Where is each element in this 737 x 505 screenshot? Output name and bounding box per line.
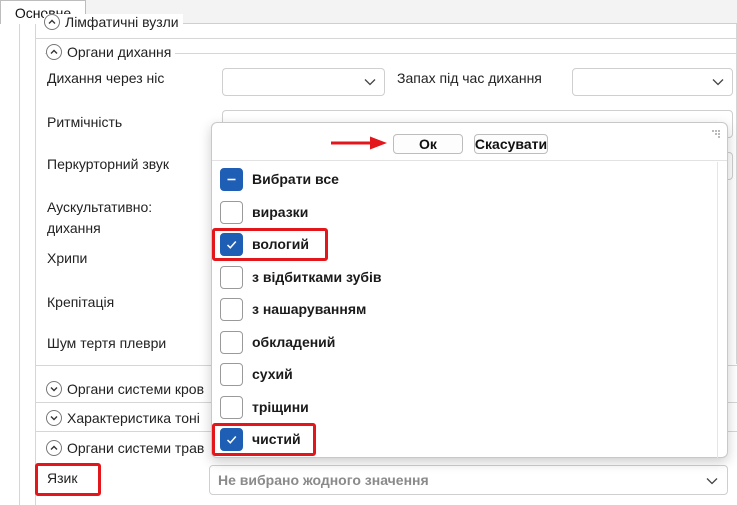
crepitation-label: Крепітація bbox=[47, 294, 115, 310]
inner-panel-border bbox=[35, 24, 36, 505]
checkbox[interactable] bbox=[220, 265, 243, 289]
options-list: Вибрати все виразки вологий з відбитками… bbox=[212, 162, 717, 458]
group-lymph-label: Лімфатичні вузли bbox=[65, 14, 179, 30]
tongue-combo[interactable]: Не вибрано жодного значення bbox=[209, 465, 728, 495]
group-digestive-system[interactable]: Органи системи трав bbox=[46, 440, 209, 456]
tongue-combo-placeholder: Не вибрано жодного значення bbox=[218, 472, 429, 488]
checkbox[interactable] bbox=[220, 297, 243, 321]
nasal-breathing-combo[interactable] bbox=[222, 68, 385, 96]
checkbox[interactable] bbox=[220, 200, 243, 224]
option-item[interactable]: тріщини bbox=[220, 394, 309, 420]
outer-panel-border bbox=[19, 24, 20, 505]
resize-grip-icon[interactable] bbox=[711, 129, 721, 139]
option-select-all[interactable]: Вибрати все bbox=[220, 166, 339, 192]
popup-scrollbar[interactable] bbox=[717, 162, 727, 458]
wheezing-label: Хрипи bbox=[47, 250, 88, 266]
percussion-label: Перкурторний звук bbox=[47, 156, 170, 172]
group-tonic-characteristic[interactable]: Характеристика тоні bbox=[46, 410, 204, 426]
highlight-option-wet bbox=[212, 228, 328, 261]
checkbox[interactable] bbox=[220, 362, 243, 386]
option-item[interactable]: обкладений bbox=[220, 329, 335, 355]
group-blood-system[interactable]: Органи системи кров bbox=[46, 381, 209, 397]
highlight-option-clean bbox=[212, 423, 316, 456]
group-respiratory[interactable]: Органи дихання bbox=[46, 44, 176, 60]
group-separator bbox=[35, 38, 737, 39]
auscultation-label-line1: Аускультативно: bbox=[47, 199, 153, 215]
option-label: тріщини bbox=[252, 399, 309, 415]
nasal-breathing-label: Дихання через ніс bbox=[47, 70, 165, 86]
chevron-down-icon bbox=[712, 79, 724, 86]
option-item[interactable]: з відбитками зубів bbox=[220, 264, 382, 290]
option-label: виразки bbox=[252, 204, 309, 220]
option-item[interactable]: з нашаруванням bbox=[220, 296, 366, 322]
group-blood-label: Органи системи кров bbox=[67, 381, 205, 397]
breath-smell-combo[interactable] bbox=[572, 68, 733, 96]
cancel-button[interactable]: Скасувати bbox=[474, 134, 548, 154]
checkbox[interactable] bbox=[220, 330, 243, 354]
option-label: з нашаруванням bbox=[252, 301, 367, 317]
cancel-button-label: Скасувати bbox=[474, 136, 548, 152]
option-label: Вибрати все bbox=[252, 171, 339, 187]
group-tonic-label: Характеристика тоні bbox=[67, 410, 200, 426]
group-digestive-label: Органи системи трав bbox=[67, 440, 205, 456]
auscultation-label-line2: дихання bbox=[47, 220, 101, 236]
expand-icon bbox=[46, 381, 62, 397]
option-item[interactable]: виразки bbox=[220, 199, 308, 225]
chevron-down-icon bbox=[364, 79, 376, 86]
multiselect-popup: Ок Скасувати Вибрати все виразки вологий… bbox=[211, 122, 728, 458]
option-label: з відбитками зубів bbox=[252, 269, 382, 285]
checkbox-partial[interactable] bbox=[220, 167, 243, 191]
pleural-rub-label: Шум тертя плеври bbox=[47, 335, 167, 351]
chevron-down-icon bbox=[706, 478, 718, 485]
collapse-icon bbox=[44, 14, 60, 30]
expand-icon bbox=[46, 410, 62, 426]
option-label: сухий bbox=[252, 366, 293, 382]
group-lymph-nodes[interactable]: Лімфатичні вузли bbox=[44, 14, 183, 30]
checkbox[interactable] bbox=[220, 395, 243, 419]
popup-toolbar: Ок Скасувати bbox=[212, 123, 727, 161]
ok-button-label: Ок bbox=[419, 136, 437, 152]
auscultation-label: Аускультативно: дихання bbox=[47, 197, 152, 239]
arrow-right-icon bbox=[331, 136, 387, 150]
ok-button[interactable]: Ок bbox=[393, 134, 463, 154]
breath-smell-label: Запах під час дихання bbox=[397, 70, 542, 86]
option-label: обкладений bbox=[252, 334, 336, 350]
group-respiratory-label: Органи дихання bbox=[67, 44, 172, 60]
rhythm-label: Ритмічність bbox=[47, 114, 123, 130]
collapse-icon bbox=[46, 44, 62, 60]
option-item[interactable]: сухий bbox=[220, 361, 293, 387]
collapse-icon bbox=[46, 440, 62, 456]
highlight-tongue-label bbox=[35, 463, 101, 496]
